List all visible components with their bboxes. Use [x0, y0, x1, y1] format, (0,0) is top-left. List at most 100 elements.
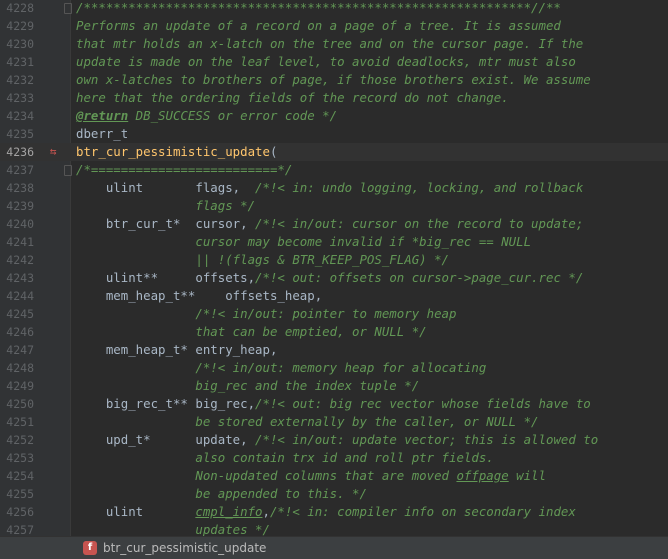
line-number: 4234	[6, 109, 34, 123]
code-token: updates */	[76, 522, 270, 536]
code-line[interactable]: 4257 updates */	[0, 521, 668, 536]
breadcrumb-function[interactable]: btr_cur_pessimistic_update	[103, 540, 266, 556]
code-token: Non-updated columns that are moved	[76, 468, 457, 483]
code-line[interactable]: 4229 Performs an update of a record on a …	[0, 17, 668, 35]
code-line[interactable]: 4255 be appended to this. */	[0, 485, 668, 503]
line-number: 4248	[6, 361, 34, 375]
override-arrow-icon[interactable]: ⇆	[46, 143, 60, 161]
code-token: @return	[76, 108, 129, 123]
line-number: 4231	[6, 55, 34, 69]
line-number: 4245	[6, 307, 34, 321]
code-token: /*!< out: big rec vector whose fields ha…	[255, 396, 591, 411]
line-number: 4252	[6, 433, 34, 447]
code-line[interactable]: 4250 big_rec_t** big_rec,/*!< out: big r…	[0, 395, 668, 413]
code-text: || !(flags & BTR_KEEP_POS_FLAG) */	[76, 251, 449, 269]
code-text: @return DB_SUCCESS or error code */	[76, 107, 337, 125]
code-line[interactable]: 4252 upd_t* update, /*!< in/out: update …	[0, 431, 668, 449]
code-token: /*!< in/out: memory heap for allocating	[76, 360, 487, 375]
code-token: ulint	[76, 504, 196, 519]
code-line[interactable]: 4234 @return DB_SUCCESS or error code */	[0, 107, 668, 125]
code-line[interactable]: 4233 here that the ordering fields of the…	[0, 89, 668, 107]
code-line[interactable]: 4240 btr_cur_t* cursor, /*!< in/out: cur…	[0, 215, 668, 233]
code-line[interactable]: 4247 mem_heap_t* entry_heap,	[0, 341, 668, 359]
code-text: btr_cur_pessimistic_update(	[76, 143, 277, 161]
breadcrumb-bar: f btr_cur_pessimistic_update	[0, 536, 668, 559]
code-text: /*=========================*/	[76, 161, 292, 179]
code-token: that can be emptied, or NULL */	[76, 324, 427, 339]
code-token: ulint** offsets,	[76, 270, 256, 285]
line-number: 4246	[6, 325, 34, 339]
code-line[interactable]: 4244 mem_heap_t** offsets_heap,	[0, 287, 668, 305]
code-token: /*!< out: offsets on cursor->page_cur.re…	[255, 270, 584, 285]
code-line[interactable]: 4248 /*!< in/out: memory heap for alloca…	[0, 359, 668, 377]
code-token: || !(flags & BTR_KEEP_POS_FLAG) */	[76, 252, 449, 267]
code-token: big_rec_t** big_rec,	[76, 396, 256, 411]
code-text: ulint cmpl_info,/*!< in: compiler info o…	[76, 503, 576, 521]
line-number: 4243	[6, 271, 34, 285]
line-number: 4236	[6, 145, 34, 159]
code-text: big_rec_t** big_rec,/*!< out: big rec ve…	[76, 395, 591, 413]
code-line[interactable]: 4237 /*=========================*/	[0, 161, 668, 179]
code-line[interactable]: 4251 be stored externally by the caller,…	[0, 413, 668, 431]
code-text: also contain trx id and roll ptr fields.	[76, 449, 494, 467]
line-number: 4249	[6, 379, 34, 393]
code-line[interactable]: 4239 flags */	[0, 197, 668, 215]
code-token: that mtr holds an x-latch on the tree an…	[76, 36, 584, 51]
code-text: that mtr holds an x-latch on the tree an…	[76, 35, 583, 53]
code-line[interactable]: 4238 ulint flags, /*!< in: undo logging,…	[0, 179, 668, 197]
code-token: big_rec and the index tuple */	[76, 378, 420, 393]
function-icon: f	[83, 541, 97, 555]
code-text: Performs an update of a record on a page…	[76, 17, 561, 35]
line-number: 4233	[6, 91, 34, 105]
line-number: 4232	[6, 73, 34, 87]
code-line[interactable]: 4243 ulint** offsets,/*!< out: offsets o…	[0, 269, 668, 287]
line-number: 4244	[6, 289, 34, 303]
code-token: dberr_t	[76, 126, 129, 141]
code-token: cmpl_info	[195, 504, 263, 519]
code-text: Non-updated columns that are moved offpa…	[76, 467, 546, 485]
code-token: also contain trx id and roll ptr fields.	[76, 450, 494, 465]
code-token: Performs an update of a record on a page…	[76, 18, 561, 33]
code-text: that can be emptied, or NULL */	[76, 323, 427, 341]
code-token: /***************************************…	[76, 0, 561, 15]
code-line[interactable]: 4254 Non-updated columns that are moved …	[0, 467, 668, 485]
code-editor[interactable]: 4228 /***********************************…	[0, 0, 668, 536]
code-token: (	[269, 144, 278, 159]
code-text: be appended to this. */	[76, 485, 367, 503]
line-number: 4240	[6, 217, 34, 231]
code-line[interactable]: 4232 own x-latches to brothers of page, i…	[0, 71, 668, 89]
code-line[interactable]: 4231 update is made on the leaf level, to…	[0, 53, 668, 71]
line-number: 4253	[6, 451, 34, 465]
code-token: will	[508, 468, 546, 483]
line-number: 4255	[6, 487, 34, 501]
code-text: ulint** offsets,/*!< out: offsets on cur…	[76, 269, 583, 287]
code-token: mem_heap_t* entry_heap,	[76, 342, 278, 357]
code-line[interactable]: 4246 that can be emptied, or NULL */	[0, 323, 668, 341]
code-token: be appended to this. */	[76, 486, 367, 501]
code-token: update is made on the leaf level, to avo…	[76, 54, 576, 69]
code-text: here that the ordering fields of the rec…	[76, 89, 509, 107]
fold-toggle-icon[interactable]	[64, 3, 72, 14]
line-number: 4241	[6, 235, 34, 249]
code-line[interactable]: 4230 that mtr holds an x-latch on the tre…	[0, 35, 668, 53]
code-line[interactable]: 4228 /***********************************…	[0, 0, 668, 17]
code-text: mem_heap_t* entry_heap,	[76, 341, 278, 359]
code-token: cursor may become invalid if *big_rec ==…	[76, 234, 532, 249]
line-number: 4256	[6, 505, 34, 519]
fold-toggle-icon[interactable]	[64, 165, 72, 176]
code-token: upd_t* update,	[76, 432, 256, 447]
code-line[interactable]: 4245 /*!< in/out: pointer to memory heap	[0, 305, 668, 323]
code-line[interactable]: 4242 || !(flags & BTR_KEEP_POS_FLAG) */	[0, 251, 668, 269]
line-number: 4242	[6, 253, 34, 267]
code-token: /*!< in: undo logging, locking, and roll…	[255, 180, 584, 195]
code-text: update is made on the leaf level, to avo…	[76, 53, 576, 71]
code-line[interactable]: 4253 also contain trx id and roll ptr fi…	[0, 449, 668, 467]
line-number: 4239	[6, 199, 34, 213]
code-line[interactable]: 4241 cursor may become invalid if *big_r…	[0, 233, 668, 251]
code-line[interactable]: 4249 big_rec and the index tuple */	[0, 377, 668, 395]
code-token: btr_cur_t* cursor,	[76, 216, 256, 231]
code-text: /*!< in/out: memory heap for allocating	[76, 359, 486, 377]
code-line[interactable]: 4256 ulint cmpl_info,/*!< in: compiler i…	[0, 503, 668, 521]
code-line[interactable]: 4235 dberr_t	[0, 125, 668, 143]
code-line[interactable]: 4236 ⇆ btr_cur_pessimistic_update(	[0, 143, 668, 161]
